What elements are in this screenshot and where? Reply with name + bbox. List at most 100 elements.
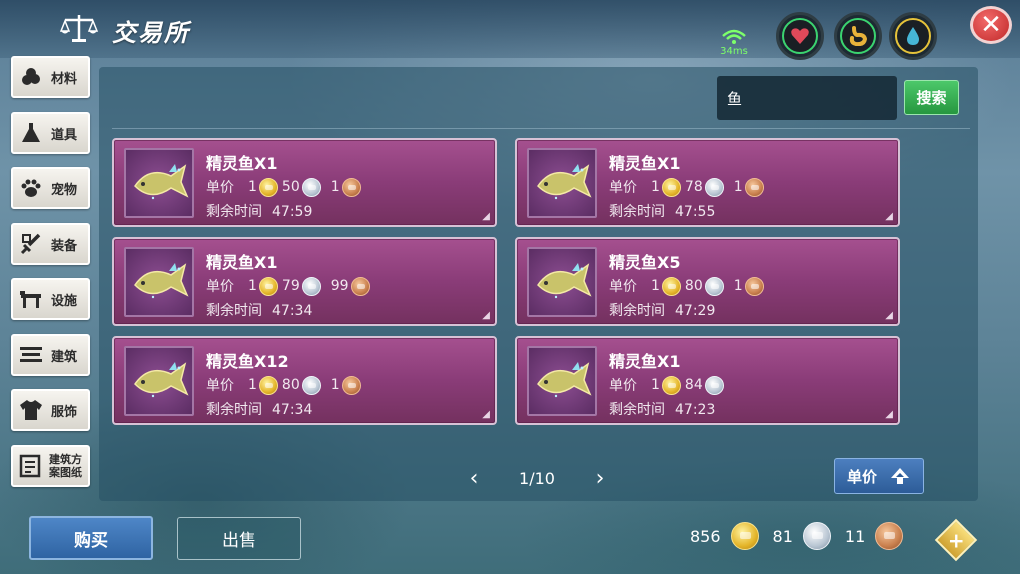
corner-mark-icon: ◢	[482, 409, 490, 420]
copper-coin-icon	[341, 177, 361, 197]
item-name: 精灵鱼X5	[609, 253, 681, 272]
copper-coin-icon	[875, 522, 904, 550]
time-left-value: 47:34	[272, 402, 313, 418]
time-row: 剩余时间 47:34	[206, 399, 312, 419]
price-row: 单价 1 79 99	[206, 276, 370, 296]
silver-coin-icon	[704, 276, 724, 296]
sidebar-item-label: 设施	[51, 293, 78, 309]
health-status[interactable]	[776, 12, 824, 60]
copper-coin-icon	[350, 276, 370, 296]
item-name: 精灵鱼X12	[206, 352, 289, 371]
facility-icon	[19, 287, 43, 311]
copper-amount: 1	[733, 278, 743, 294]
silver-amount: 80	[281, 377, 300, 393]
sidebar-item-label: 材料	[51, 71, 78, 87]
silver-coin-icon	[802, 522, 831, 550]
sidebar-item-clothing[interactable]: 服饰	[11, 389, 90, 431]
sidebar-item-label: 服饰	[51, 404, 78, 420]
materials-icon	[19, 65, 43, 89]
time-left-label: 剩余时间	[206, 303, 262, 319]
blueprint-icon	[19, 454, 41, 478]
listing-card[interactable]: 精灵鱼X1 单价 1 78 1 剩余时间 47:55 ◢	[515, 138, 900, 227]
close-icon: ✕	[980, 10, 1002, 40]
gold-amount: 1	[248, 278, 257, 294]
time-left-label: 剩余时间	[206, 402, 262, 418]
listing-card[interactable]: 精灵鱼X1 单价 1 79 99 剩余时间 47:34 ◢	[112, 237, 497, 326]
time-left-label: 剩余时间	[609, 303, 665, 319]
silver-amount: 80	[684, 278, 703, 294]
silver-coin-icon	[301, 375, 321, 395]
sort-arrow-icon	[891, 468, 909, 484]
copper-amount: 1	[330, 179, 340, 195]
time-row: 剩余时间 47:55	[609, 201, 715, 221]
copper-coin-icon	[744, 276, 764, 296]
gold-coin-icon	[661, 177, 681, 197]
sidebar-item-materials[interactable]: 材料	[11, 56, 90, 98]
search-value: 鱼	[727, 90, 743, 108]
gold-amount: 1	[651, 179, 660, 195]
hunger-status[interactable]	[834, 12, 882, 60]
price-label: 单价	[609, 279, 637, 295]
price-row: 单价 1 78 1	[609, 177, 764, 197]
building-icon	[19, 343, 43, 367]
close-button[interactable]: ✕	[970, 6, 1012, 44]
price-row: 单价 1 84	[609, 375, 724, 395]
sidebar-item-label: 道具	[51, 127, 78, 143]
price-label: 单价	[206, 378, 234, 394]
wallet: 856 81 11	[690, 522, 917, 550]
copper-amount: 99	[330, 278, 349, 294]
search-button[interactable]: 搜索	[904, 80, 959, 115]
copper-coin-icon	[341, 375, 361, 395]
prev-page-button[interactable]: ‹	[462, 466, 486, 491]
silver-coin-icon	[704, 375, 724, 395]
listing-card[interactable]: 精灵鱼X12 单价 1 80 1 剩余时间 47:34 ◢	[112, 336, 497, 425]
listing-card[interactable]: 精灵鱼X5 单价 1 80 1 剩余时间 47:29 ◢	[515, 237, 900, 326]
sidebar-item-equipment[interactable]: 装备	[11, 223, 90, 265]
corner-mark-icon: ◢	[885, 409, 893, 420]
gold-amount: 1	[248, 179, 257, 195]
item-name: 精灵鱼X1	[206, 253, 278, 272]
silver-amount: 78	[684, 179, 703, 195]
sidebar-item-pets[interactable]: 宠物	[11, 167, 90, 209]
gold-coin-icon	[661, 276, 681, 296]
item-name: 精灵鱼X1	[609, 352, 681, 371]
thirst-status[interactable]	[889, 12, 937, 60]
time-row: 剩余时间 47:29	[609, 300, 715, 320]
scales-icon	[56, 10, 102, 46]
sidebar-item-label: 建筑	[51, 349, 78, 365]
copper-amount: 1	[330, 377, 340, 393]
corner-mark-icon: ◢	[885, 211, 893, 222]
sword-icon	[19, 232, 43, 256]
sort-by-price-button[interactable]: 单价	[834, 458, 924, 494]
network-ping: 34ms	[716, 28, 752, 57]
item-name: 精灵鱼X1	[206, 154, 278, 173]
listing-card[interactable]: 精灵鱼X1 单价 1 84 剩余时间 47:23 ◢	[515, 336, 900, 425]
next-page-button[interactable]: ›	[588, 466, 612, 491]
sidebar-item-props[interactable]: 道具	[11, 112, 90, 154]
time-left-label: 剩余时间	[206, 204, 262, 220]
buy-button[interactable]: 购买	[29, 516, 153, 560]
time-left-value: 47:29	[675, 303, 716, 319]
listing-card[interactable]: 精灵鱼X1 单价 1 50 1 剩余时间 47:59 ◢	[112, 138, 497, 227]
gold-amount: 1	[248, 377, 257, 393]
time-row: 剩余时间 47:59	[206, 201, 312, 221]
time-left-value: 47:34	[272, 303, 313, 319]
corner-mark-icon: ◢	[482, 310, 490, 321]
gold-amount: 1	[651, 278, 660, 294]
gold-coin-icon	[730, 522, 759, 550]
search-input[interactable]: 鱼	[717, 76, 897, 120]
sidebar-item-buildings[interactable]: 建筑	[11, 334, 90, 376]
price-label: 单价	[206, 180, 234, 196]
sell-button[interactable]: 出售	[177, 517, 301, 560]
flask-icon	[19, 121, 43, 145]
item-name: 精灵鱼X1	[609, 154, 681, 173]
time-left-label: 剩余时间	[609, 204, 665, 220]
header-bar: 交易所 34ms ✕	[0, 0, 1020, 60]
sidebar-item-facilities[interactable]: 设施	[11, 278, 90, 320]
time-row: 剩余时间 47:23	[609, 399, 715, 419]
silver-coin-icon	[301, 177, 321, 197]
silver-coin-icon	[704, 177, 724, 197]
sidebar-item-blueprints[interactable]: 建筑方案图纸	[11, 445, 90, 487]
price-label: 单价	[609, 180, 637, 196]
spirit-fish-icon	[527, 148, 597, 218]
